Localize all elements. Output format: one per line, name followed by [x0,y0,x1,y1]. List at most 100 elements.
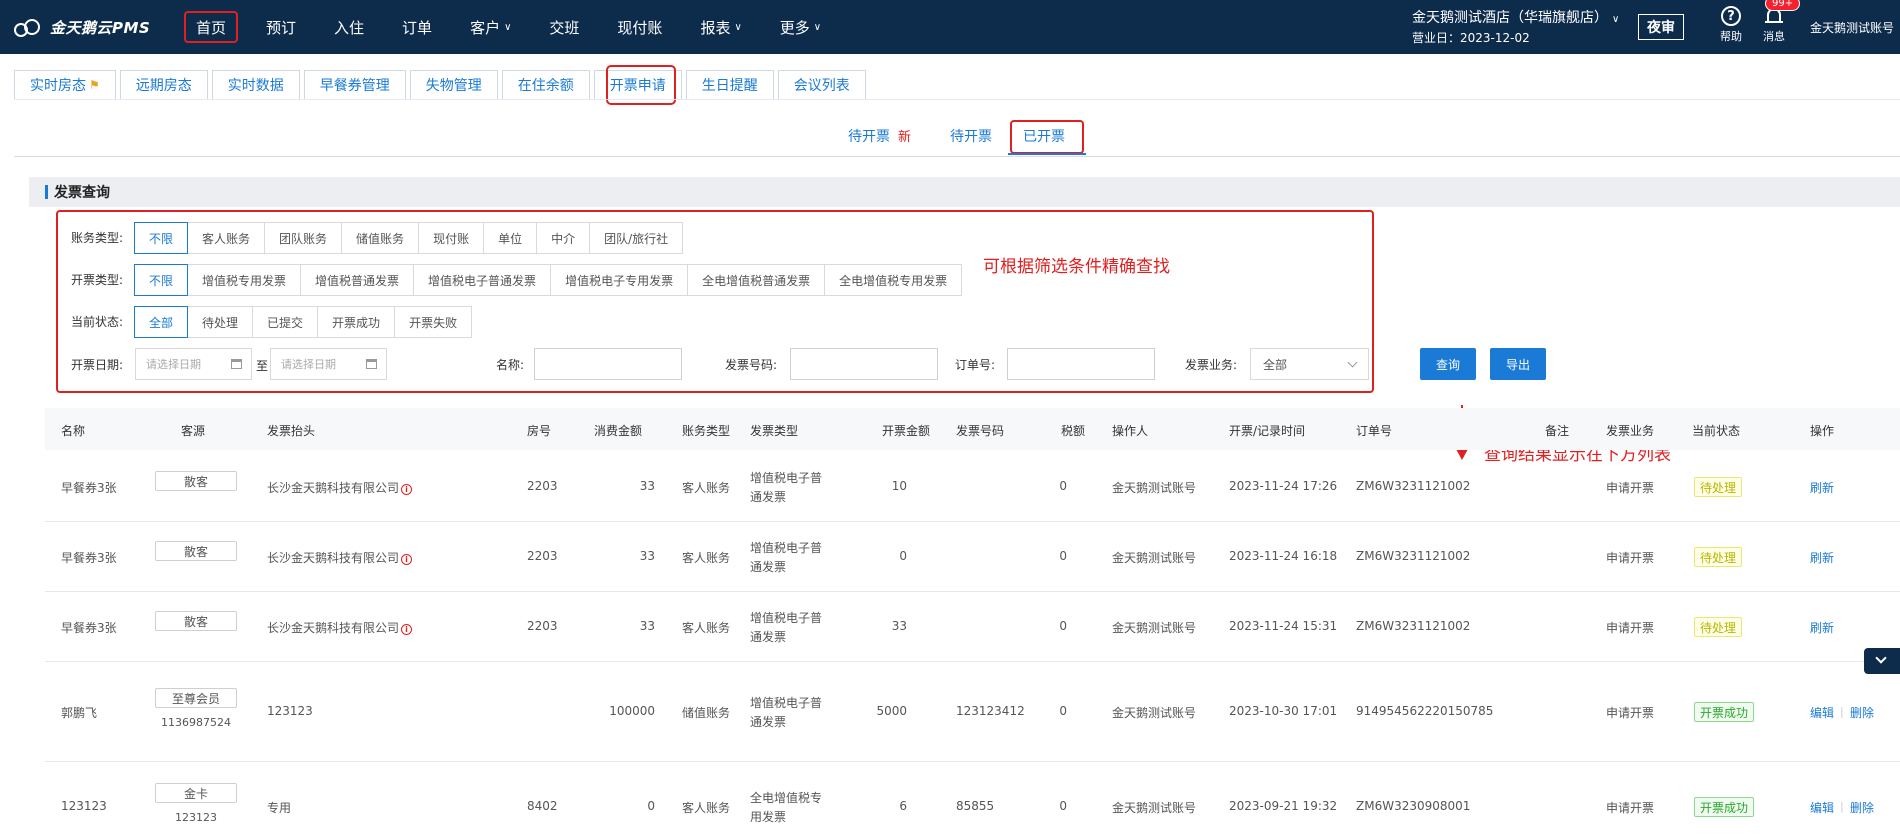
filter-option[interactable]: 开票成功 [317,306,396,338]
business-select[interactable]: 全部 [1250,348,1369,380]
highlight-box [1010,120,1084,154]
tab-8[interactable]: 会议列表 [777,70,866,100]
nav-item[interactable]: 首页 [184,11,239,43]
cell-tax: 0 [1059,479,1067,493]
column-header: 订单号 [1356,424,1393,438]
export-button[interactable]: 导出 [1490,348,1546,380]
tab-3[interactable]: 早餐券管理 [303,70,406,100]
nav-item[interactable]: 更多 ∨ [770,11,831,43]
active-tab-indicator [1008,153,1086,155]
filter-option[interactable]: 团队/旅行社 [589,222,684,254]
nav-item[interactable]: 订单 [392,11,442,43]
filter-option[interactable]: 已提交 [252,306,319,338]
filter-option[interactable]: 现付账 [418,222,485,254]
nav-item[interactable]: 预订 [256,11,306,43]
subtab-pending[interactable]: 待开票 [950,126,992,146]
filter-option[interactable]: 待处理 [187,306,254,338]
table-row: 早餐券3张 散客 长沙金天鹅科技有限公司 i 2203 33 客人账务 增值税电子普 通发票 33… [45,592,1900,662]
tab-7[interactable]: 生日提醒 [685,70,774,100]
nav-item[interactable]: 入住 [324,11,374,43]
filter-option[interactable]: 全部 [134,306,189,338]
cell-time: 2023-11-24 16:18 [1229,549,1338,563]
nav-item[interactable]: 现付账 [607,11,672,43]
invoice-no-input[interactable] [790,348,938,380]
filter-option[interactable]: 客人账务 [187,222,266,254]
order-no-input[interactable] [1007,348,1155,380]
table-row: 123123 金卡 123123 专用 8402 0 客人账务 全电增值税专 用发票 6 85855… [45,762,1900,838]
filter-option[interactable]: 单位 [483,222,538,254]
tab-1[interactable]: 远期房态 [119,70,208,100]
business-day: 营业日：2023-12-02 [1412,31,1530,45]
filter-option[interactable]: 不限 [134,264,189,296]
action-link-refresh[interactable]: 刷新 [1810,479,1834,496]
cell-business: 申请开票 [1606,801,1655,815]
action-link-delete[interactable]: 删除 [1850,799,1874,816]
cell-consume: 33 [639,549,655,563]
tab-label: 失物管理 [425,78,482,94]
invoice-title-text: 长沙金天鹅科技有限公司 [267,621,400,635]
action-link-edit[interactable]: 编辑 [1810,704,1834,721]
question-icon: ? [1721,6,1741,26]
tab-5[interactable]: 在住余额 [501,70,590,100]
info-icon[interactable]: i [401,624,413,635]
filter-option[interactable]: 不限 [134,222,189,254]
subtab-pending-new[interactable]: 待开票新 [848,126,911,146]
user-menu[interactable]: 金天鹅测试账号 [1810,19,1894,36]
filter-option[interactable]: 增值税专用发票 [187,264,302,296]
table-row: 郭鹏飞 至尊会员 1136987524 123123 100000 储值账务 增值税电子普通… [45,662,1900,762]
tab-2[interactable]: 实时数据 [211,70,300,100]
chevron-down-icon: ∨ [813,21,822,33]
filter-option[interactable]: 团队账务 [264,222,343,254]
chevron-down-icon: ∨ [1612,14,1620,25]
hotel-selector[interactable]: 金天鹅测试酒店（华瑞旗舰店） ∨ 营业日：2023-12-02 [1412,9,1619,47]
action-link-refresh[interactable]: 刷新 [1810,549,1834,566]
name-input[interactable] [534,348,682,380]
tab-0[interactable]: 实时房态 ⚑ [14,70,116,100]
new-tag: 新 [898,130,912,145]
filter-option[interactable]: 增值税电子专用发票 [550,264,689,296]
tab-4[interactable]: 失物管理 [409,70,498,100]
column-header: 名称 [61,424,86,438]
cell-order-no: ZM6W3231121002 [1356,549,1471,563]
action-link-refresh[interactable]: 刷新 [1810,619,1834,636]
info-icon[interactable]: i [401,484,413,495]
column-header: 发票号码 [956,424,1005,438]
filter-option[interactable]: 开票失败 [394,306,473,338]
collapse-button[interactable] [1864,648,1900,674]
help-button[interactable]: ? 帮助 [1718,6,1744,44]
nav-label: 客户 [470,18,501,37]
action-link-delete[interactable]: 删除 [1850,704,1874,721]
nav-item[interactable]: 报表 ∨ [690,11,751,43]
filter-option[interactable]: 全电增值税普通发票 [687,264,826,296]
night-audit-button[interactable]: 夜审 [1638,14,1684,40]
cell-invoice-type: 增值税电子普 [750,471,823,485]
cell-invoice-type: 通发票 [750,630,787,644]
nav-item[interactable]: 交班 [539,11,589,43]
filter-option[interactable]: 储值账务 [341,222,420,254]
cell-invoice-amount: 6 [899,799,907,813]
app-logo[interactable]: 金天鹅云PMS [14,14,150,40]
action-link-edit[interactable]: 编辑 [1810,799,1834,816]
cell-consume: 100000 [609,704,655,718]
account-type-filter: 不限 客人账务 团队账务 储值账务 现付账 单位 中介 团队/旅行社 [134,222,684,254]
nav-label: 更多 [779,18,810,37]
start-date-input[interactable]: 请选择日期 [135,348,252,380]
info-icon[interactable]: i [401,554,413,565]
nav-item[interactable]: 客户 ∨ [460,11,521,43]
filter-option[interactable]: 中介 [536,222,591,254]
filter-option[interactable]: 增值税普通发票 [300,264,415,296]
tab-label: 远期房态 [135,78,192,94]
nav-label: 首页 [196,18,227,37]
cell-invoice-type: 增值税电子普 [750,696,823,710]
search-button[interactable]: 查询 [1420,348,1476,380]
tab-label: 实时数据 [227,78,284,94]
cell-invoice-type: 全电增值税专 [750,791,823,805]
end-date-input[interactable]: 请选择日期 [270,348,387,380]
source-tag: 散客 [155,611,237,631]
cell-account-type: 客人账务 [682,621,731,635]
cell-room: 2203 [527,619,558,633]
messages-button[interactable]: 消息 [1760,6,1788,44]
filter-option[interactable]: 增值税电子普通发票 [413,264,552,296]
filter-option[interactable]: 全电增值税专用发票 [824,264,963,296]
status-badge: 待处理 [1694,477,1743,497]
